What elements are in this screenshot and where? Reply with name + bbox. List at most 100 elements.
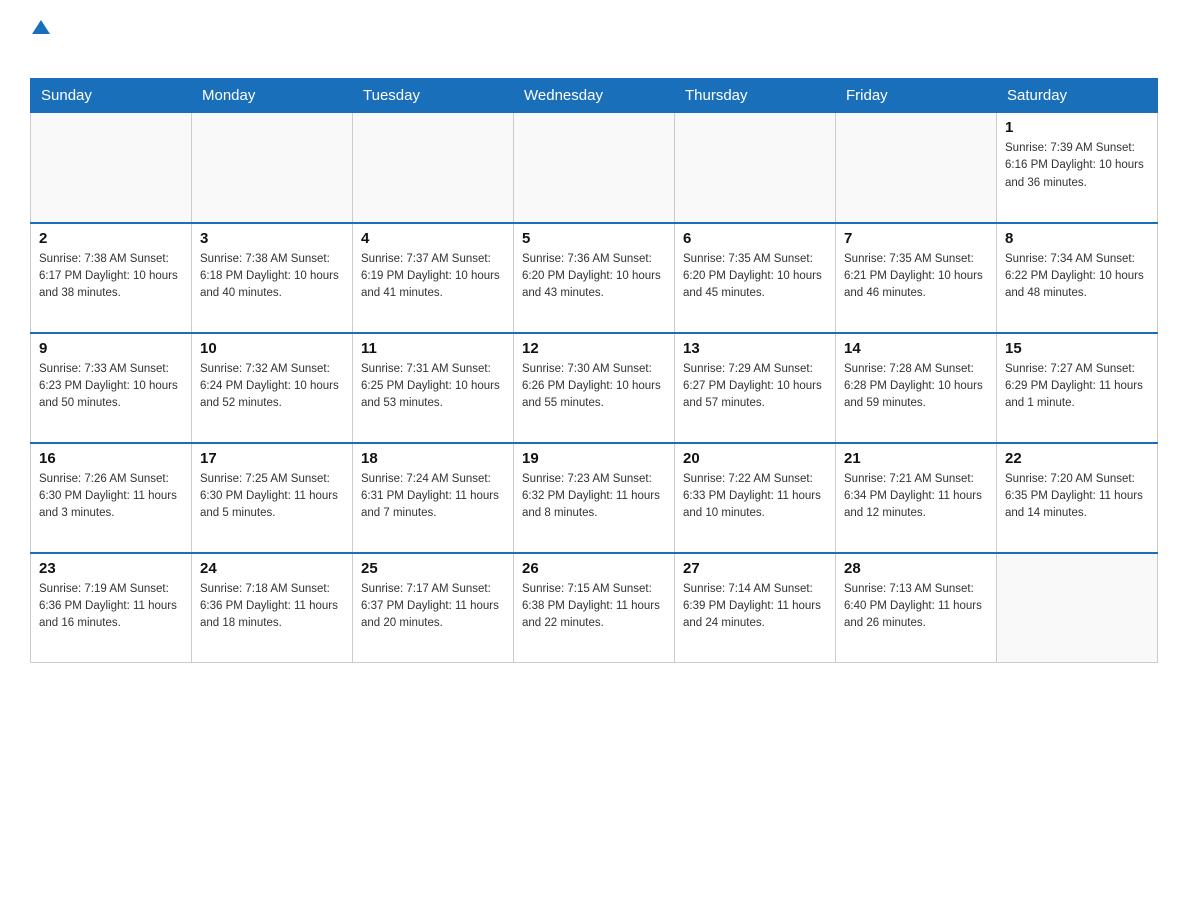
day-info: Sunrise: 7:34 AM Sunset: 6:22 PM Dayligh… <box>1005 251 1149 303</box>
day-number: 14 <box>844 340 988 357</box>
day-number: 3 <box>200 230 344 247</box>
calendar-day-cell <box>192 113 353 223</box>
calendar-day-cell: 23 Sunrise: 7:19 AM Sunset: 6:36 PM Dayli… <box>31 553 192 663</box>
calendar-day-cell: 1 Sunrise: 7:39 AM Sunset: 6:16 PM Daylig… <box>997 113 1158 223</box>
day-of-week-header: Tuesday <box>353 79 514 113</box>
calendar-day-cell <box>31 113 192 223</box>
day-info: Sunrise: 7:22 AM Sunset: 6:33 PM Dayligh… <box>683 471 827 523</box>
calendar-day-cell <box>836 113 997 223</box>
calendar-day-cell: 16 Sunrise: 7:26 AM Sunset: 6:30 PM Dayli… <box>31 443 192 553</box>
day-info: Sunrise: 7:26 AM Sunset: 6:30 PM Dayligh… <box>39 471 183 523</box>
calendar-day-cell <box>514 113 675 223</box>
day-number: 28 <box>844 560 988 577</box>
day-info: Sunrise: 7:38 AM Sunset: 6:18 PM Dayligh… <box>200 251 344 303</box>
calendar-week-row: 1 Sunrise: 7:39 AM Sunset: 6:16 PM Daylig… <box>31 113 1158 223</box>
calendar-day-cell: 25 Sunrise: 7:17 AM Sunset: 6:37 PM Dayli… <box>353 553 514 663</box>
day-info: Sunrise: 7:25 AM Sunset: 6:30 PM Dayligh… <box>200 471 344 523</box>
page-header: General <box>30 20 1158 58</box>
calendar-day-cell: 2 Sunrise: 7:38 AM Sunset: 6:17 PM Daylig… <box>31 223 192 333</box>
day-number: 19 <box>522 450 666 467</box>
day-number: 21 <box>844 450 988 467</box>
calendar-day-cell: 20Sunrise: 7:22 AM Sunset: 6:33 PM Dayli… <box>675 443 836 553</box>
day-number: 6 <box>683 230 827 247</box>
day-number: 18 <box>361 450 505 467</box>
calendar-day-cell: 26 Sunrise: 7:15 AM Sunset: 6:38 PM Dayli… <box>514 553 675 663</box>
calendar-day-cell: 10 Sunrise: 7:32 AM Sunset: 6:24 PM Dayli… <box>192 333 353 443</box>
calendar-day-cell: 18 Sunrise: 7:24 AM Sunset: 6:31 PM Dayli… <box>353 443 514 553</box>
day-info: Sunrise: 7:28 AM Sunset: 6:28 PM Dayligh… <box>844 361 988 413</box>
day-info: Sunrise: 7:21 AM Sunset: 6:34 PM Dayligh… <box>844 471 988 523</box>
day-number: 13 <box>683 340 827 357</box>
day-number: 23 <box>39 560 183 577</box>
calendar-table: SundayMondayTuesdayWednesdayThursdayFrid… <box>30 78 1158 663</box>
calendar-day-cell: 7Sunrise: 7:35 AM Sunset: 6:21 PM Daylig… <box>836 223 997 333</box>
day-number: 10 <box>200 340 344 357</box>
calendar-day-cell: 19 Sunrise: 7:23 AM Sunset: 6:32 PM Dayli… <box>514 443 675 553</box>
day-number: 1 <box>1005 119 1149 136</box>
calendar-day-cell <box>353 113 514 223</box>
day-number: 22 <box>1005 450 1149 467</box>
calendar-day-cell: 22 Sunrise: 7:20 AM Sunset: 6:35 PM Dayli… <box>997 443 1158 553</box>
calendar-day-cell: 4Sunrise: 7:37 AM Sunset: 6:19 PM Daylig… <box>353 223 514 333</box>
day-number: 2 <box>39 230 183 247</box>
calendar-day-cell: 24 Sunrise: 7:18 AM Sunset: 6:36 PM Dayli… <box>192 553 353 663</box>
day-number: 15 <box>1005 340 1149 357</box>
day-info: Sunrise: 7:38 AM Sunset: 6:17 PM Dayligh… <box>39 251 183 303</box>
day-number: 5 <box>522 230 666 247</box>
day-info: Sunrise: 7:35 AM Sunset: 6:21 PM Dayligh… <box>844 251 988 303</box>
calendar-day-cell: 6 Sunrise: 7:35 AM Sunset: 6:20 PM Daylig… <box>675 223 836 333</box>
day-info: Sunrise: 7:24 AM Sunset: 6:31 PM Dayligh… <box>361 471 505 523</box>
calendar-week-row: 23 Sunrise: 7:19 AM Sunset: 6:36 PM Dayli… <box>31 553 1158 663</box>
day-info: Sunrise: 7:29 AM Sunset: 6:27 PM Dayligh… <box>683 361 827 413</box>
day-number: 8 <box>1005 230 1149 247</box>
calendar-day-cell: 3 Sunrise: 7:38 AM Sunset: 6:18 PM Daylig… <box>192 223 353 333</box>
day-number: 26 <box>522 560 666 577</box>
calendar-day-cell: 17 Sunrise: 7:25 AM Sunset: 6:30 PM Dayli… <box>192 443 353 553</box>
day-info: Sunrise: 7:32 AM Sunset: 6:24 PM Dayligh… <box>200 361 344 413</box>
day-number: 17 <box>200 450 344 467</box>
day-info: Sunrise: 7:36 AM Sunset: 6:20 PM Dayligh… <box>522 251 666 303</box>
day-info: Sunrise: 7:23 AM Sunset: 6:32 PM Dayligh… <box>522 471 666 523</box>
calendar-day-cell: 14 Sunrise: 7:28 AM Sunset: 6:28 PM Dayli… <box>836 333 997 443</box>
day-of-week-header: Sunday <box>31 79 192 113</box>
day-info: Sunrise: 7:14 AM Sunset: 6:39 PM Dayligh… <box>683 581 827 633</box>
day-number: 16 <box>39 450 183 467</box>
calendar-day-cell: 15 Sunrise: 7:27 AM Sunset: 6:29 PM Dayli… <box>997 333 1158 443</box>
day-number: 24 <box>200 560 344 577</box>
calendar-header-row: SundayMondayTuesdayWednesdayThursdayFrid… <box>31 79 1158 113</box>
calendar-day-cell: 12 Sunrise: 7:30 AM Sunset: 6:26 PM Dayli… <box>514 333 675 443</box>
day-info: Sunrise: 7:18 AM Sunset: 6:36 PM Dayligh… <box>200 581 344 633</box>
day-of-week-header: Friday <box>836 79 997 113</box>
day-info: Sunrise: 7:27 AM Sunset: 6:29 PM Dayligh… <box>1005 361 1149 413</box>
day-info: Sunrise: 7:30 AM Sunset: 6:26 PM Dayligh… <box>522 361 666 413</box>
day-number: 9 <box>39 340 183 357</box>
calendar-week-row: 2 Sunrise: 7:38 AM Sunset: 6:17 PM Daylig… <box>31 223 1158 333</box>
day-info: Sunrise: 7:20 AM Sunset: 6:35 PM Dayligh… <box>1005 471 1149 523</box>
calendar-day-cell: 5 Sunrise: 7:36 AM Sunset: 6:20 PM Daylig… <box>514 223 675 333</box>
day-info: Sunrise: 7:37 AM Sunset: 6:19 PM Dayligh… <box>361 251 505 303</box>
day-info: Sunrise: 7:19 AM Sunset: 6:36 PM Dayligh… <box>39 581 183 633</box>
calendar-day-cell <box>997 553 1158 663</box>
day-of-week-header: Wednesday <box>514 79 675 113</box>
calendar-day-cell <box>675 113 836 223</box>
day-of-week-header: Monday <box>192 79 353 113</box>
day-info: Sunrise: 7:35 AM Sunset: 6:20 PM Dayligh… <box>683 251 827 303</box>
logo: General <box>30 20 116 58</box>
day-info: Sunrise: 7:39 AM Sunset: 6:16 PM Dayligh… <box>1005 140 1149 192</box>
calendar-day-cell: 9 Sunrise: 7:33 AM Sunset: 6:23 PM Daylig… <box>31 333 192 443</box>
day-info: Sunrise: 7:17 AM Sunset: 6:37 PM Dayligh… <box>361 581 505 633</box>
day-info: Sunrise: 7:15 AM Sunset: 6:38 PM Dayligh… <box>522 581 666 633</box>
calendar-day-cell: 27 Sunrise: 7:14 AM Sunset: 6:39 PM Dayli… <box>675 553 836 663</box>
calendar-day-cell: 13 Sunrise: 7:29 AM Sunset: 6:27 PM Dayli… <box>675 333 836 443</box>
day-of-week-header: Saturday <box>997 79 1158 113</box>
day-number: 12 <box>522 340 666 357</box>
day-info: Sunrise: 7:31 AM Sunset: 6:25 PM Dayligh… <box>361 361 505 413</box>
calendar-day-cell: 28 Sunrise: 7:13 AM Sunset: 6:40 PM Dayli… <box>836 553 997 663</box>
calendar-week-row: 9 Sunrise: 7:33 AM Sunset: 6:23 PM Daylig… <box>31 333 1158 443</box>
day-info: Sunrise: 7:33 AM Sunset: 6:23 PM Dayligh… <box>39 361 183 413</box>
day-number: 27 <box>683 560 827 577</box>
day-info: Sunrise: 7:13 AM Sunset: 6:40 PM Dayligh… <box>844 581 988 633</box>
day-number: 11 <box>361 340 505 357</box>
calendar-day-cell: 11 Sunrise: 7:31 AM Sunset: 6:25 PM Dayli… <box>353 333 514 443</box>
day-number: 25 <box>361 560 505 577</box>
